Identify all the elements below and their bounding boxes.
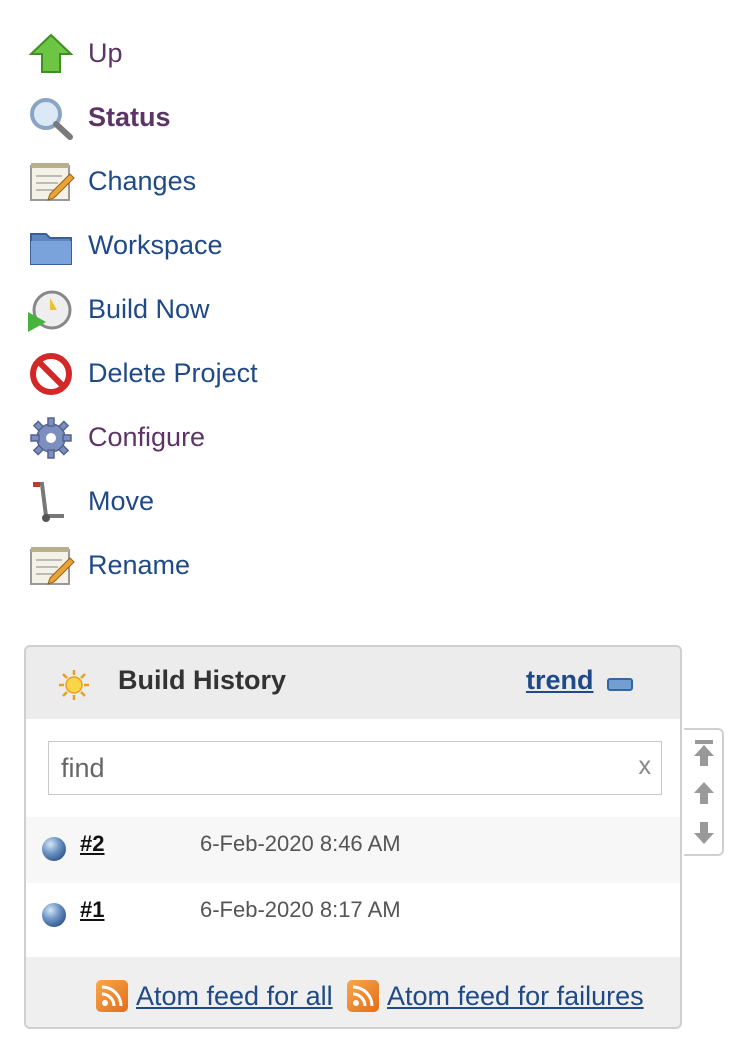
sun-icon (59, 670, 89, 700)
build-number-link[interactable]: #1 (80, 897, 104, 923)
atom-feed-all-label[interactable]: Atom feed for all (136, 981, 333, 1012)
task-configure-label: Configure (88, 421, 206, 452)
task-changes-label: Changes (88, 165, 197, 196)
notepad-icon (30, 547, 75, 585)
build-number-link[interactable]: #2 (80, 831, 104, 857)
trend-link[interactable]: trend (526, 665, 594, 696)
build-time[interactable]: 6-Feb-2020 8:46 AM (200, 831, 401, 857)
task-move[interactable]: Move (0, 476, 400, 526)
page-first-icon[interactable] (692, 738, 716, 768)
build-history-title: Build History (118, 665, 287, 695)
clear-search-button[interactable]: x (639, 752, 652, 781)
atom-feed-all-link[interactable]: Atom feed for all (96, 980, 333, 1012)
build-row: #2 6-Feb-2020 8:46 AM (26, 817, 680, 883)
build-history-widget: Build History trend x #2 6-Feb-2020 8:46… (24, 645, 682, 1029)
task-status-label: Status (88, 101, 171, 132)
task-delete-project[interactable]: Delete Project (0, 348, 400, 398)
build-history-header: Build History trend (26, 647, 680, 719)
rss-icon (96, 980, 128, 1012)
search-input[interactable] (61, 742, 621, 794)
no-entry-icon (30, 353, 72, 395)
task-workspace-label: Workspace (88, 229, 223, 260)
notepad-icon (30, 163, 75, 201)
find-box: x (48, 741, 662, 795)
hand-truck-icon (33, 482, 64, 522)
task-up[interactable]: Up (0, 28, 400, 78)
page-down-icon[interactable] (692, 818, 716, 848)
collapse-icon[interactable] (607, 678, 633, 691)
status-ball-icon[interactable] (42, 903, 66, 927)
task-move-label: Move (88, 485, 155, 516)
task-configure[interactable]: Configure (0, 412, 400, 462)
rss-icon (347, 980, 379, 1012)
up-arrow-icon (28, 33, 74, 73)
task-rename-label: Rename (88, 549, 191, 580)
task-up-label: Up (88, 37, 123, 68)
task-delete-project-label: Delete Project (88, 357, 258, 388)
build-history-footer: Atom feed for all Atom feed for failures (26, 957, 680, 1027)
page-up-icon[interactable] (692, 778, 716, 808)
status-ball-icon[interactable] (42, 837, 66, 861)
build-time[interactable]: 6-Feb-2020 8:17 AM (200, 897, 401, 923)
build-history-body: x #2 6-Feb-2020 8:46 AM #1 6-Feb-2020 8:… (26, 719, 680, 957)
build-row: #1 6-Feb-2020 8:17 AM (26, 883, 680, 949)
task-rename[interactable]: Rename (0, 540, 400, 590)
search-icon (30, 98, 73, 140)
task-build-now-label: Build Now (88, 293, 210, 324)
task-changes[interactable]: Changes (0, 156, 400, 206)
atom-feed-failures-link[interactable]: Atom feed for failures (347, 980, 644, 1012)
task-workspace[interactable]: Workspace (0, 220, 400, 270)
gear-icon (30, 417, 72, 459)
task-build-now[interactable]: Build Now (0, 284, 400, 334)
build-history-page-nav (684, 728, 724, 856)
clock-play-icon (28, 290, 72, 332)
atom-feed-failures-label[interactable]: Atom feed for failures (387, 981, 644, 1012)
folder-icon (30, 233, 72, 265)
task-status[interactable]: Status (0, 92, 400, 142)
